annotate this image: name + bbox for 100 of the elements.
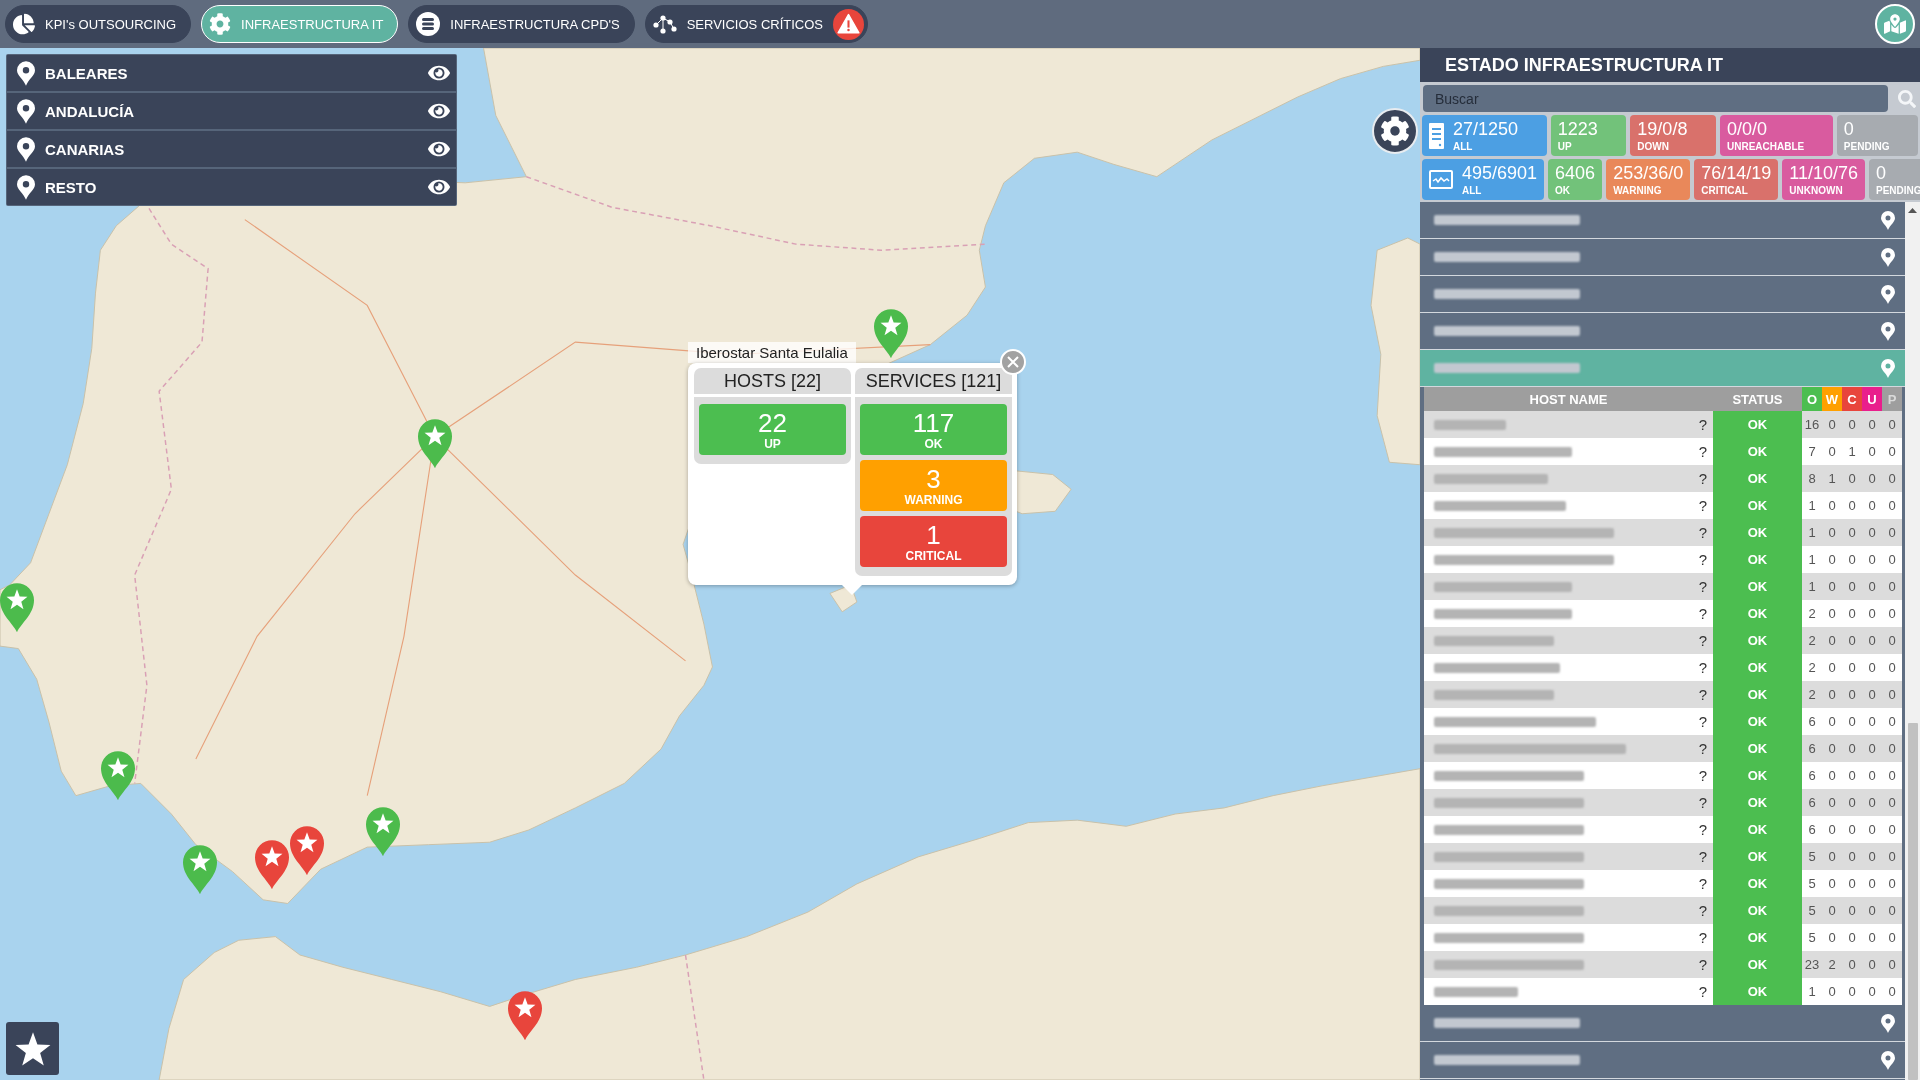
star-pin-icon[interactable]	[183, 845, 217, 895]
status-cell: OK	[1713, 708, 1802, 735]
status-cell: OK	[1713, 681, 1802, 708]
region-row[interactable]: RESTO	[7, 169, 456, 205]
host-name-cell[interactable]: ?	[1424, 789, 1713, 816]
host-name-cell[interactable]: ?	[1424, 411, 1713, 438]
status-tile[interactable]: 1 CRITICAL	[860, 516, 1007, 567]
count-cell: 0	[1822, 762, 1842, 789]
tile-value: 6406	[1555, 162, 1596, 184]
region-label: CANARIAS	[45, 140, 126, 158]
scroll-up-icon[interactable]	[1908, 208, 1917, 213]
host-name-cell[interactable]: ?	[1424, 546, 1713, 573]
tile-value: 0/0/0	[1727, 118, 1769, 140]
count-cell: 1	[1802, 978, 1822, 1005]
status-cell: OK	[1713, 789, 1802, 816]
count-cell: 0	[1882, 816, 1902, 843]
count-cell: 0	[1862, 573, 1882, 600]
host-name-cell[interactable]: ?	[1424, 681, 1713, 708]
host-name-cell[interactable]: ?	[1424, 870, 1713, 897]
region-row[interactable]: ANDALUCÍA	[7, 93, 456, 129]
count-cell: 0	[1882, 762, 1902, 789]
status-cell: OK	[1713, 897, 1802, 924]
count-cell: 0	[1862, 735, 1882, 762]
host-name-cell[interactable]: ?	[1424, 573, 1713, 600]
count-cell: 0	[1842, 465, 1862, 492]
question-mark: ?	[1698, 632, 1707, 649]
count-cell: 0	[1882, 654, 1902, 681]
tile-value: 1	[926, 520, 941, 549]
tile-label: WARNING	[904, 492, 963, 507]
search-field[interactable]: Buscar	[1423, 85, 1888, 112]
question-mark: ?	[1698, 983, 1707, 1000]
count-cell: 0	[1842, 546, 1862, 573]
count-cell: 0	[1842, 600, 1862, 627]
host-name-cell[interactable]: ?	[1424, 654, 1713, 681]
host-summary-tile[interactable]: 0/0/0 UNREACHABLE	[1720, 115, 1833, 156]
host-name-cell[interactable]: ?	[1424, 735, 1713, 762]
count-cell: 2	[1802, 681, 1822, 708]
count-cell: 0	[1822, 978, 1842, 1005]
host-name-cell[interactable]: ?	[1424, 843, 1713, 870]
count-cell: 0	[1882, 843, 1902, 870]
nav-tab[interactable]: KPI's OUTSOURCING	[5, 5, 192, 43]
nav-tab[interactable]: SERVICIOS CRÍTICOS	[644, 5, 868, 43]
question-mark: ?	[1698, 443, 1707, 460]
count-cell: 5	[1802, 897, 1822, 924]
popup-column-header: HOSTS [22]	[694, 368, 851, 397]
question-mark: ?	[1698, 767, 1707, 784]
tile-value: 0	[1843, 118, 1855, 140]
host-name-cell[interactable]: ?	[1424, 897, 1713, 924]
question-mark: ?	[1698, 902, 1707, 919]
map-view-button[interactable]	[1875, 4, 1915, 44]
host-name-cell[interactable]: ?	[1424, 978, 1713, 1005]
count-cell: 0	[1822, 492, 1842, 519]
host-name-cell[interactable]: ?	[1424, 519, 1713, 546]
host-name-cell[interactable]: ?	[1424, 438, 1713, 465]
host-name-cell[interactable]: ?	[1424, 627, 1713, 654]
host-name-cell[interactable]: ?	[1424, 951, 1713, 978]
question-mark: ?	[1698, 821, 1707, 838]
column-header: C	[1842, 387, 1862, 411]
tile-label: WARNING	[1613, 183, 1663, 197]
question-mark: ?	[1698, 713, 1707, 730]
count-cell: 0	[1862, 897, 1882, 924]
star-pin-icon[interactable]	[366, 807, 400, 857]
host-name-cell[interactable]: ?	[1424, 600, 1713, 627]
status-cell: OK	[1713, 735, 1802, 762]
star-pin-icon[interactable]	[508, 991, 542, 1041]
star-pin-icon[interactable]	[874, 309, 908, 359]
count-cell: 0	[1882, 627, 1902, 654]
question-mark: ?	[1698, 848, 1707, 865]
tile-label: PENDING	[1843, 139, 1890, 153]
host-name-cell[interactable]: ?	[1424, 708, 1713, 735]
count-cell: 5	[1802, 924, 1822, 951]
column-header: P	[1882, 387, 1902, 411]
status-cell: OK	[1713, 573, 1802, 600]
scrollbar[interactable]	[1905, 202, 1920, 1080]
count-cell: 0	[1822, 600, 1842, 627]
host-name-cell[interactable]: ?	[1424, 816, 1713, 843]
count-cell: 0	[1842, 627, 1862, 654]
count-cell: 0	[1842, 978, 1862, 1005]
nav-tab[interactable]: INFRAESTRUCTURA CPD'S	[408, 5, 635, 43]
region-row[interactable]: CANARIAS	[7, 131, 456, 167]
question-mark: ?	[1698, 740, 1707, 757]
tile-label: UP	[764, 436, 781, 451]
star-pin-icon[interactable]	[101, 751, 135, 801]
host-name-cell[interactable]: ?	[1424, 924, 1713, 951]
host-name-cell[interactable]: ?	[1424, 762, 1713, 789]
service-summary-tile[interactable]: 11/10/76 UNKNOWN	[1782, 159, 1865, 200]
count-cell: 0	[1842, 951, 1862, 978]
host-name-cell[interactable]: ?	[1424, 465, 1713, 492]
count-cell: 0	[1842, 735, 1862, 762]
star-pin-icon[interactable]	[255, 840, 289, 890]
region-row[interactable]: BALEARES	[7, 55, 456, 91]
count-cell: 0	[1882, 681, 1902, 708]
count-cell: 0	[1822, 654, 1842, 681]
star-pin-icon[interactable]	[0, 583, 34, 633]
column-header: STATUS	[1713, 387, 1802, 411]
star-pin-icon[interactable]	[418, 419, 452, 469]
host-name-cell[interactable]: ?	[1424, 492, 1713, 519]
scrollbar-thumb[interactable]	[1907, 723, 1918, 1080]
star-pin-icon[interactable]	[290, 826, 324, 876]
count-cell: 0	[1882, 519, 1902, 546]
